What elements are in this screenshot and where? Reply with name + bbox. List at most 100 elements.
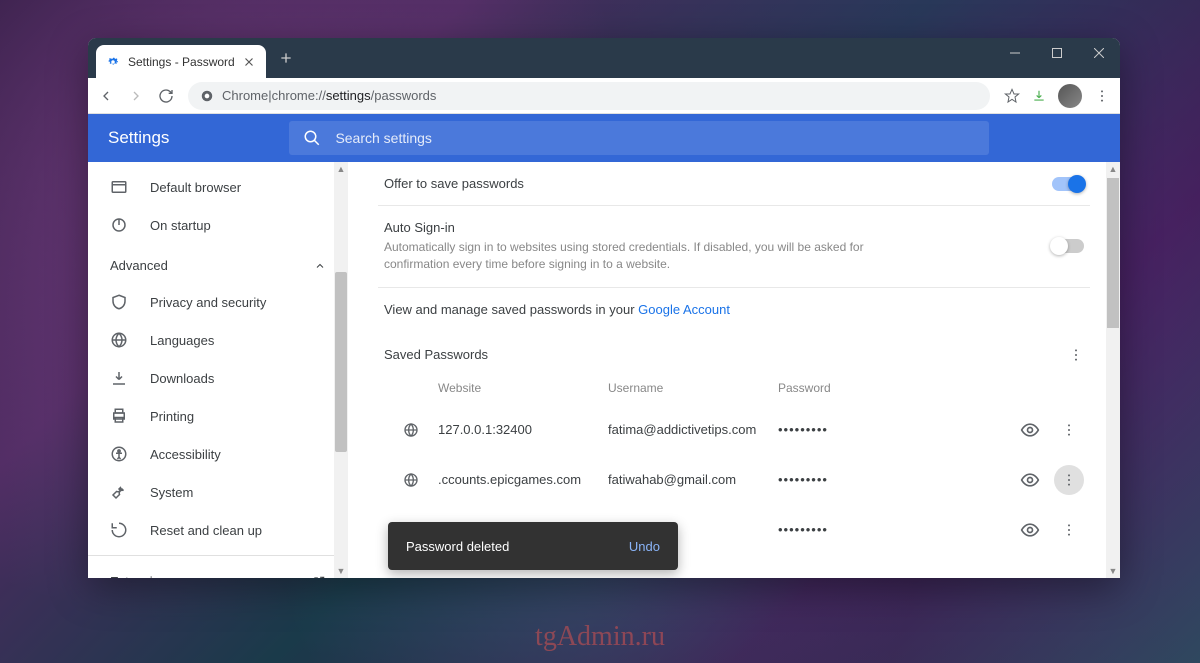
divider xyxy=(88,555,348,556)
sidebar-item-label: System xyxy=(150,485,193,500)
shield-icon xyxy=(110,293,128,311)
url-text: Chrome | chrome://settings/passwords xyxy=(222,88,436,103)
row-password: ••••••••• xyxy=(778,522,898,537)
row-password: ••••••••• xyxy=(778,422,898,437)
sidebar-item-label: On startup xyxy=(150,218,211,233)
scrollbar-thumb[interactable] xyxy=(335,272,347,452)
scrollbar-thumb[interactable] xyxy=(1107,178,1119,328)
reload-button[interactable] xyxy=(158,88,174,104)
col-website: Website xyxy=(438,381,608,395)
power-icon xyxy=(110,216,128,234)
row-username: fatiwahab@gmail.com xyxy=(608,472,778,487)
external-link-icon xyxy=(312,575,326,579)
minimize-button[interactable] xyxy=(994,38,1036,68)
show-password-icon[interactable] xyxy=(1020,520,1040,540)
download-icon xyxy=(110,369,128,387)
row-username: fatima@addictivetips.com xyxy=(608,422,778,437)
sidebar-item-accessibility[interactable]: Accessibility xyxy=(88,435,348,473)
settings-header: Settings xyxy=(88,114,1120,162)
scroll-down-icon[interactable]: ▼ xyxy=(334,564,348,578)
browser-tab[interactable]: Settings - Passwords xyxy=(96,45,266,78)
back-button[interactable] xyxy=(98,88,114,104)
col-username: Username xyxy=(608,381,778,395)
sidebar-scrollbar[interactable]: ▲ ▼ xyxy=(334,162,348,578)
bookmark-icon[interactable] xyxy=(1004,88,1020,104)
close-window-button[interactable] xyxy=(1078,38,1120,68)
maximize-button[interactable] xyxy=(1036,38,1078,68)
profile-avatar[interactable] xyxy=(1058,84,1082,108)
browser-toolbar: Chrome | chrome://settings/passwords xyxy=(88,78,1120,114)
sidebar-item-label: Printing xyxy=(150,409,194,424)
settings-sidebar: Default browser On startup Advanced Priv… xyxy=(88,162,348,578)
row-website[interactable]: 127.0.0.1:32400 xyxy=(438,422,608,437)
sidebar-item-label: Reset and clean up xyxy=(150,523,262,538)
password-row: 127.0.0.1:32400 fatima@addictivetips.com… xyxy=(378,405,1090,455)
search-settings-input[interactable] xyxy=(335,130,975,146)
toolbar-right xyxy=(1004,84,1110,108)
sidebar-item-label: Accessibility xyxy=(150,447,221,462)
close-icon[interactable] xyxy=(242,55,256,69)
reset-icon xyxy=(110,521,128,539)
browser-icon xyxy=(110,178,128,196)
google-account-link[interactable]: Google Account xyxy=(638,302,730,317)
print-icon xyxy=(110,407,128,425)
chrome-icon xyxy=(200,89,214,103)
row-website[interactable]: .ccounts.epicgames.com xyxy=(438,472,608,487)
sidebar-item-label: Default browser xyxy=(150,180,241,195)
sidebar-item-languages[interactable]: Languages xyxy=(88,321,348,359)
undo-button[interactable]: Undo xyxy=(629,539,660,554)
setting-description: Automatically sign in to websites using … xyxy=(384,239,904,273)
browser-window: Settings - Passwords Chrome | chrome://s… xyxy=(88,38,1120,578)
show-password-icon[interactable] xyxy=(1020,420,1040,440)
forward-button[interactable] xyxy=(128,88,144,104)
sidebar-item-label: Privacy and security xyxy=(150,295,266,310)
sidebar-item-extensions[interactable]: Extensions xyxy=(88,562,348,578)
sidebar-section-advanced[interactable]: Advanced xyxy=(88,244,348,283)
auto-signin-toggle[interactable] xyxy=(1052,239,1084,253)
row-menu-button[interactable] xyxy=(1054,465,1084,495)
row-menu-button[interactable] xyxy=(1054,515,1084,545)
download-icon[interactable] xyxy=(1032,89,1046,103)
row-password: ••••••••• xyxy=(778,472,898,487)
browser-menu-icon[interactable] xyxy=(1094,88,1110,104)
main-scrollbar[interactable]: ▲ ▼ xyxy=(1106,162,1120,578)
window-controls xyxy=(994,38,1120,68)
titlebar: Settings - Passwords xyxy=(88,38,1120,78)
col-password: Password xyxy=(778,381,898,395)
sidebar-item-label: Languages xyxy=(150,333,214,348)
wrench-icon xyxy=(110,483,128,501)
sidebar-item-system[interactable]: System xyxy=(88,473,348,511)
toast-notification: Password deleted Undo xyxy=(388,522,678,570)
scroll-up-icon[interactable]: ▲ xyxy=(334,162,348,176)
offer-save-toggle[interactable] xyxy=(1052,177,1084,191)
settings-main: Offer to save passwords Auto Sign-in Aut… xyxy=(348,162,1120,578)
google-account-row: View and manage saved passwords in your … xyxy=(378,288,1090,331)
search-icon xyxy=(303,129,321,147)
row-menu-button[interactable] xyxy=(1054,415,1084,445)
sidebar-item-downloads[interactable]: Downloads xyxy=(88,359,348,397)
page-title: Settings xyxy=(108,128,169,148)
toast-message: Password deleted xyxy=(406,539,509,554)
search-settings-box[interactable] xyxy=(289,121,989,155)
accessibility-icon xyxy=(110,445,128,463)
gear-icon xyxy=(106,55,120,69)
auto-signin-row: Auto Sign-in Automatically sign in to we… xyxy=(378,206,1090,288)
setting-label: Auto Sign-in xyxy=(384,220,904,235)
sidebar-item-default-browser[interactable]: Default browser xyxy=(88,168,348,206)
column-headers: Website Username Password xyxy=(378,371,1090,405)
sidebar-item-on-startup[interactable]: On startup xyxy=(88,206,348,244)
setting-label: Offer to save passwords xyxy=(384,176,524,191)
sidebar-item-label: Downloads xyxy=(150,371,214,386)
address-bar[interactable]: Chrome | chrome://settings/passwords xyxy=(188,82,990,110)
saved-passwords-header: Saved Passwords xyxy=(378,331,1090,371)
new-tab-button[interactable] xyxy=(278,50,294,66)
scroll-up-icon[interactable]: ▲ xyxy=(1106,162,1120,176)
sidebar-item-printing[interactable]: Printing xyxy=(88,397,348,435)
globe-icon xyxy=(110,331,128,349)
sidebar-item-privacy[interactable]: Privacy and security xyxy=(88,283,348,321)
scroll-down-icon[interactable]: ▼ xyxy=(1106,564,1120,578)
sidebar-item-reset[interactable]: Reset and clean up xyxy=(88,511,348,549)
show-password-icon[interactable] xyxy=(1020,470,1040,490)
site-icon xyxy=(403,422,419,438)
section-menu-icon[interactable] xyxy=(1068,347,1084,363)
